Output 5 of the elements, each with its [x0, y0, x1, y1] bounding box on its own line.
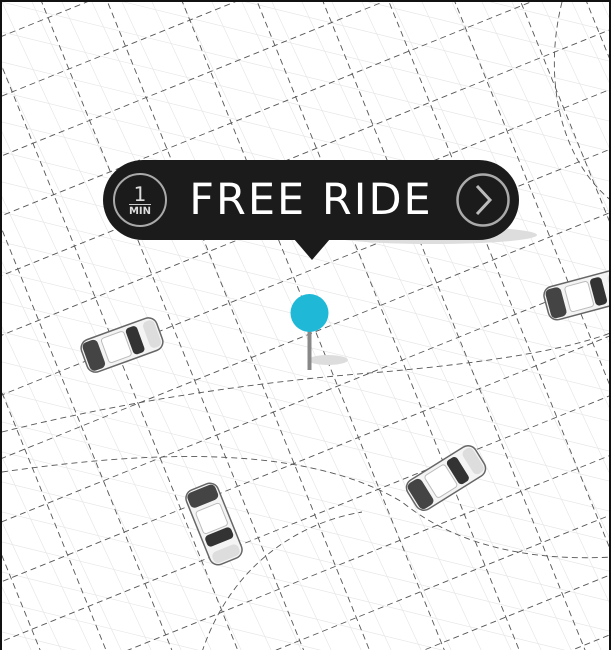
- callout-pointer: [294, 239, 330, 261]
- free-ride-button[interactable]: 1 MIN FREE RIDE: [103, 160, 519, 240]
- chevron-right-icon: [455, 172, 511, 228]
- eta-unit: MIN: [128, 204, 152, 216]
- eta-value: 1: [134, 184, 146, 204]
